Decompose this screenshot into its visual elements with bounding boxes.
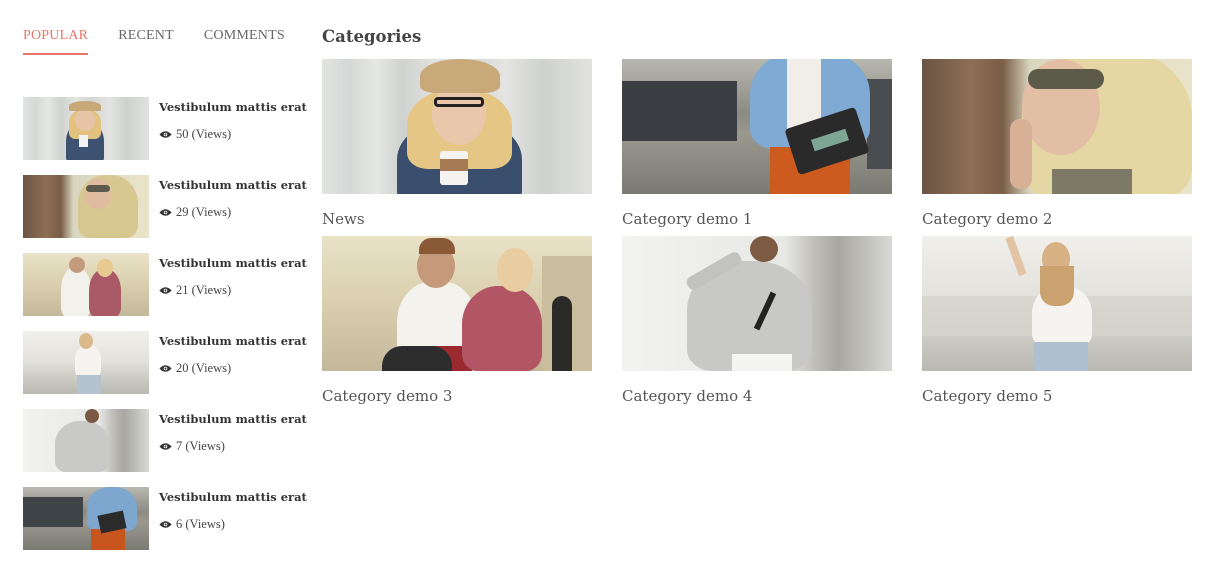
list-item[interactable]: Vestibulum mattis erat 7 (Views): [23, 409, 307, 472]
view-count-text: 7 (Views): [176, 439, 225, 453]
categories-heading: Categories: [322, 27, 422, 46]
category-label[interactable]: Category demo 5: [922, 387, 1192, 405]
category-image[interactable]: [322, 236, 592, 371]
tab-comments[interactable]: COMMENTS: [204, 28, 285, 55]
view-count: 50 (Views): [159, 127, 307, 142]
category-card-demo-4[interactable]: Category demo 4: [622, 236, 892, 405]
category-card-demo-5[interactable]: Category demo 5: [922, 236, 1192, 405]
eye-icon: [159, 365, 172, 372]
category-image[interactable]: [622, 236, 892, 371]
popular-post-list: Vestibulum mattis erat 50 (Views) Vestib…: [23, 97, 307, 565]
category-image[interactable]: [622, 59, 892, 194]
category-image[interactable]: [922, 59, 1192, 194]
post-title[interactable]: Vestibulum mattis erat: [159, 256, 307, 270]
category-label[interactable]: News: [322, 210, 592, 228]
category-label[interactable]: Category demo 1: [622, 210, 892, 228]
category-card-demo-3[interactable]: Category demo 3: [322, 236, 592, 405]
view-count: 6 (Views): [159, 517, 307, 532]
post-title[interactable]: Vestibulum mattis erat: [159, 100, 307, 114]
category-card-news[interactable]: News: [322, 59, 592, 228]
sidebar-tabs: POPULAR RECENT COMMENTS: [23, 28, 315, 55]
view-count: 7 (Views): [159, 439, 307, 454]
view-count-text: 21 (Views): [176, 283, 232, 297]
tab-recent[interactable]: RECENT: [118, 28, 174, 55]
list-item[interactable]: Vestibulum mattis erat 6 (Views): [23, 487, 307, 550]
post-title[interactable]: Vestibulum mattis erat: [159, 178, 307, 192]
view-count-text: 29 (Views): [176, 205, 232, 219]
eye-icon: [159, 131, 172, 138]
post-thumbnail[interactable]: [23, 253, 149, 316]
category-label[interactable]: Category demo 3: [322, 387, 592, 405]
list-item[interactable]: Vestibulum mattis erat 20 (Views): [23, 331, 307, 394]
post-thumbnail[interactable]: [23, 175, 149, 238]
category-label[interactable]: Category demo 4: [622, 387, 892, 405]
view-count-text: 20 (Views): [176, 361, 232, 375]
tab-popular[interactable]: POPULAR: [23, 28, 89, 55]
view-count: 29 (Views): [159, 205, 307, 220]
view-count-text: 50 (Views): [176, 127, 232, 141]
post-title[interactable]: Vestibulum mattis erat: [159, 334, 307, 348]
view-count: 21 (Views): [159, 283, 307, 298]
category-image[interactable]: [322, 59, 592, 194]
category-card-demo-2[interactable]: Category demo 2: [922, 59, 1192, 228]
eye-icon: [159, 443, 172, 450]
post-thumbnail[interactable]: [23, 331, 149, 394]
view-count-text: 6 (Views): [176, 517, 225, 531]
list-item[interactable]: Vestibulum mattis erat 21 (Views): [23, 253, 307, 316]
post-title[interactable]: Vestibulum mattis erat: [159, 490, 307, 504]
category-image[interactable]: [922, 236, 1192, 371]
category-label[interactable]: Category demo 2: [922, 210, 1192, 228]
post-thumbnail[interactable]: [23, 409, 149, 472]
eye-icon: [159, 287, 172, 294]
post-thumbnail[interactable]: [23, 487, 149, 550]
eye-icon: [159, 521, 172, 528]
eye-icon: [159, 209, 172, 216]
view-count: 20 (Views): [159, 361, 307, 376]
list-item[interactable]: Vestibulum mattis erat 50 (Views): [23, 97, 307, 160]
list-item[interactable]: Vestibulum mattis erat 29 (Views): [23, 175, 307, 238]
post-title[interactable]: Vestibulum mattis erat: [159, 412, 307, 426]
category-card-demo-1[interactable]: Category demo 1: [622, 59, 892, 228]
post-thumbnail[interactable]: [23, 97, 149, 160]
